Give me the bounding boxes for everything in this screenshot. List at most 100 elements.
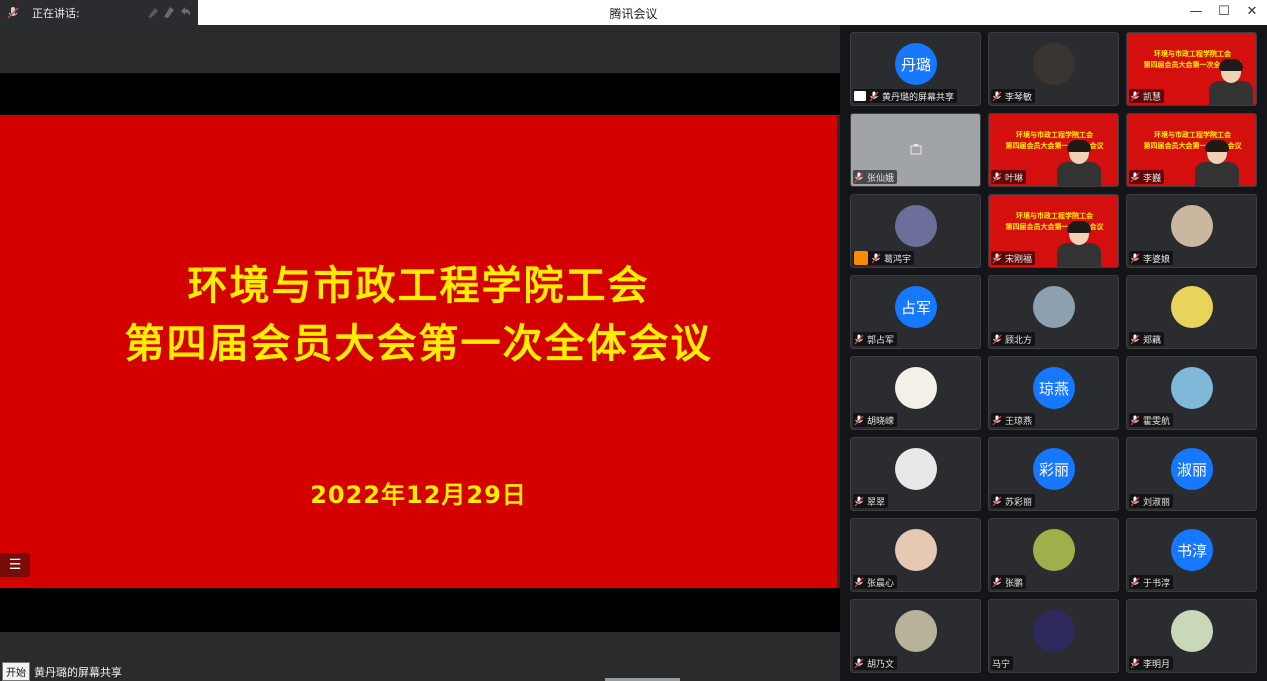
video-person bbox=[1055, 221, 1103, 267]
participant-name: 葛鸿宇 bbox=[884, 254, 912, 265]
participant-tile[interactable]: 环境与市政工程学院工会 第四届会员大会第一次全体会议 李巍 bbox=[1126, 113, 1257, 187]
participant-tile[interactable]: 李明月 bbox=[1126, 599, 1257, 673]
mic-icon bbox=[992, 496, 1002, 506]
participant-name: 苏彩丽 bbox=[1005, 497, 1033, 508]
avatar bbox=[895, 610, 937, 652]
avatar: 琼燕 bbox=[1033, 367, 1075, 409]
mic-icon bbox=[992, 577, 1002, 587]
annotate-icon[interactable] bbox=[146, 5, 160, 19]
participant-tile[interactable]: 胡晓嵘 bbox=[850, 356, 981, 430]
participant-tile[interactable]: 环境与市政工程学院工会 第四届会员大会第一次全体会议 叶琳 bbox=[988, 113, 1119, 187]
pen-icon[interactable] bbox=[162, 5, 176, 19]
slide-title-line2: 第四届会员大会第一次全体会议 bbox=[124, 321, 713, 367]
participant-tile[interactable]: 环境与市政工程学院工会 第四届会员大会第一次全体会议 宋刚福 bbox=[988, 194, 1119, 268]
video-person bbox=[1193, 140, 1241, 186]
mic-icon bbox=[854, 172, 864, 182]
participant-tile[interactable]: 李婆娘 bbox=[1126, 194, 1257, 268]
participant-tile[interactable]: 书淳 于书淳 bbox=[1126, 518, 1257, 592]
slide-title-line1: 环境与市政工程学院工会 bbox=[187, 263, 650, 309]
participant-name: 郭占军 bbox=[867, 335, 895, 346]
participant-tile[interactable]: 琼燕王琼燕 bbox=[988, 356, 1119, 430]
participant-tile[interactable]: 张鹏 bbox=[988, 518, 1119, 592]
minimize-button[interactable]: — bbox=[1189, 3, 1203, 21]
participant-tile[interactable]: 环境与市政工程学院工会 第四届会员大会第一次全体会议 凯慧 bbox=[1126, 32, 1257, 106]
speaking-indicator: 正在讲话: bbox=[0, 0, 198, 25]
video-banner-line1: 环境与市政工程学院工会 bbox=[1154, 50, 1231, 58]
avatar: 淑丽 bbox=[1171, 448, 1213, 490]
participant-name-bar: 张晨心 bbox=[853, 575, 898, 589]
avatar bbox=[1171, 205, 1213, 247]
slide-date: 2022年12月29日 bbox=[310, 481, 527, 509]
participant-tile[interactable]: 占军 郭占军 bbox=[850, 275, 981, 349]
share-icon-group bbox=[146, 5, 192, 19]
mic-icon bbox=[992, 172, 1002, 182]
avatar bbox=[1033, 610, 1075, 652]
avatar bbox=[895, 529, 937, 571]
participant-name-bar: 胡晓嵘 bbox=[853, 413, 898, 427]
participant-name: 黄丹璐的屏幕共享 bbox=[882, 92, 955, 103]
participant-name: 于书淳 bbox=[1143, 578, 1171, 589]
avatar: 占军 bbox=[895, 286, 937, 328]
participant-tile[interactable]: 张仙娥 bbox=[850, 113, 981, 187]
participant-name-bar: 凯慧 bbox=[1129, 89, 1165, 103]
avatar bbox=[895, 205, 937, 247]
avatar bbox=[1033, 286, 1075, 328]
participant-name: 李明月 bbox=[1143, 659, 1171, 670]
participant-name: 张仙娥 bbox=[867, 173, 895, 184]
mic-icon bbox=[854, 658, 864, 668]
start-button[interactable]: 开始 bbox=[2, 662, 30, 681]
participant-name-bar: 郑藕 bbox=[1129, 332, 1165, 346]
video-banner-line1: 环境与市政工程学院工会 bbox=[1154, 131, 1231, 139]
video-person bbox=[1207, 59, 1255, 105]
participant-tile[interactable]: 彩丽 苏彩丽 bbox=[988, 437, 1119, 511]
undo-icon[interactable] bbox=[178, 5, 192, 19]
participant-name: 张鹏 bbox=[1005, 578, 1024, 589]
avatar: 彩丽 bbox=[1033, 448, 1075, 490]
participant-name-bar: 葛鸿宇 bbox=[853, 251, 915, 265]
meeting-window: 正在讲话: 腾讯会议 — ☐ ✕ 环境与市政工程学院工会 第四届会员大会第一次全… bbox=[0, 0, 1267, 681]
participant-tile[interactable]: 张晨心 bbox=[850, 518, 981, 592]
mic-icon bbox=[854, 415, 864, 425]
screen-share-label: 黄丹璐的屏幕共享 bbox=[30, 663, 126, 680]
participant-name-bar: 马宁 bbox=[991, 656, 1014, 670]
participant-tile[interactable]: 胡乃文 bbox=[850, 599, 981, 673]
mic-icon bbox=[854, 334, 864, 344]
participant-name-bar: 翠翠 bbox=[853, 494, 889, 508]
participant-tile[interactable]: 郑藕 bbox=[1126, 275, 1257, 349]
maximize-button[interactable]: ☐ bbox=[1217, 3, 1231, 21]
participant-name-bar: 于书淳 bbox=[1129, 575, 1174, 589]
participant-name: 张晨心 bbox=[867, 578, 895, 589]
participant-tile[interactable]: 李琴敏 bbox=[988, 32, 1119, 106]
avatar bbox=[1033, 43, 1075, 85]
participant-name-bar: 苏彩丽 bbox=[991, 494, 1036, 508]
participant-tile[interactable]: 翠翠 bbox=[850, 437, 981, 511]
mic-icon bbox=[1130, 658, 1140, 668]
avatar bbox=[895, 448, 937, 490]
participant-tile[interactable]: 顾北方 bbox=[988, 275, 1119, 349]
screen-share-caption: 开始 黄丹璐的屏幕共享 bbox=[2, 662, 126, 681]
mic-icon bbox=[1130, 577, 1140, 587]
participant-name-bar: 黄丹璐的屏幕共享 bbox=[853, 89, 958, 103]
participant-tile[interactable]: 葛鸿宇 bbox=[850, 194, 981, 268]
avatar: 丹璐 bbox=[895, 43, 937, 85]
letterbox-top bbox=[0, 73, 840, 115]
shared-screen-stage: 环境与市政工程学院工会 第四届会员大会第一次全体会议 2022年12月29日 ☰… bbox=[0, 25, 840, 681]
participant-name-bar: 张仙娥 bbox=[853, 170, 898, 184]
participant-name: 顾北方 bbox=[1005, 335, 1033, 346]
avatar bbox=[1171, 610, 1213, 652]
mic-icon bbox=[1130, 415, 1140, 425]
window-controls: — ☐ ✕ bbox=[1189, 3, 1259, 21]
participant-tile[interactable]: 霍雯航 bbox=[1126, 356, 1257, 430]
list-menu-icon[interactable]: ☰ bbox=[0, 553, 30, 577]
participant-name-bar: 胡乃文 bbox=[853, 656, 898, 670]
participant-name: 马宁 bbox=[992, 659, 1011, 670]
letterbox-bottom bbox=[0, 588, 840, 632]
participant-name-bar: 王琼燕 bbox=[991, 413, 1036, 427]
participant-tile[interactable]: 淑丽 刘淑丽 bbox=[1126, 437, 1257, 511]
avatar bbox=[895, 367, 937, 409]
close-button[interactable]: ✕ bbox=[1245, 3, 1259, 21]
participant-tile[interactable]: 马宁 bbox=[988, 599, 1119, 673]
participant-tile[interactable]: 丹璐黄丹璐的屏幕共享 bbox=[850, 32, 981, 106]
camera-off-icon bbox=[910, 144, 922, 155]
avatar bbox=[1171, 367, 1213, 409]
